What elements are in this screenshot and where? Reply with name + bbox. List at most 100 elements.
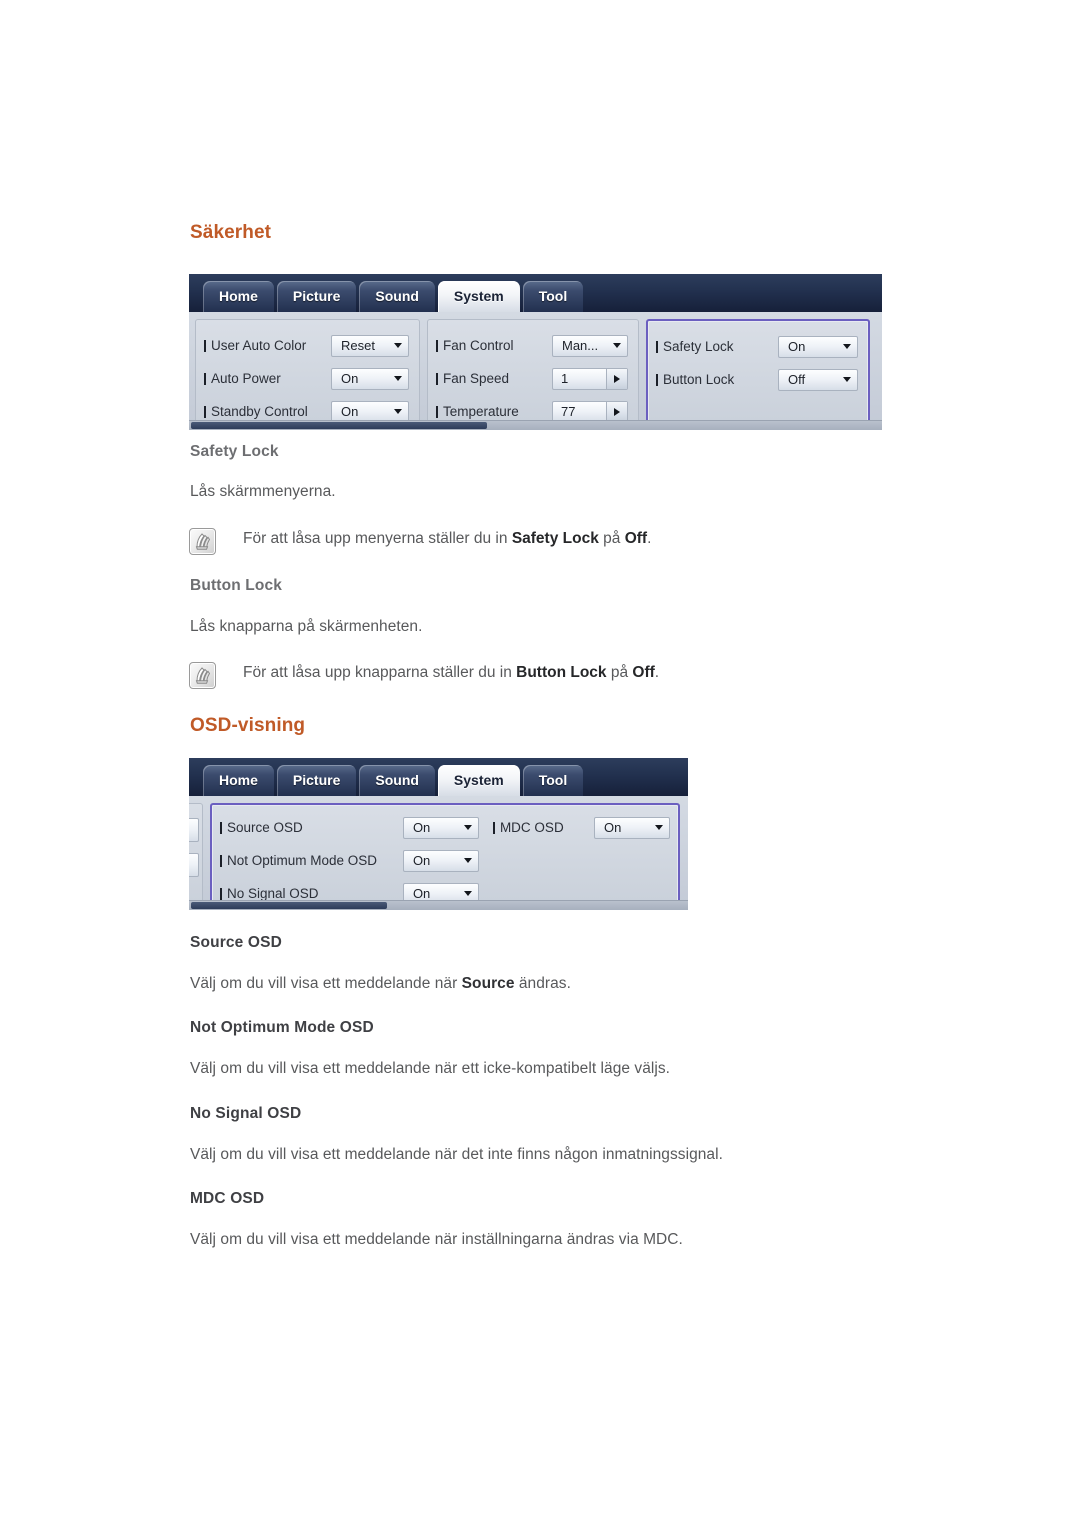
paragraph-pre: Välj om du vill visa ett meddelande när … <box>190 1060 671 1077</box>
osd-tabbar: Home Picture Sound System Tool <box>189 274 882 312</box>
osd-tab-picture[interactable]: Picture <box>276 281 357 312</box>
chevron-down-icon <box>843 377 851 382</box>
osd-select-value: On <box>412 853 431 868</box>
osd-stepper-fan-speed[interactable]: 1 <box>552 367 628 390</box>
note-text-mid: på <box>606 664 633 681</box>
note-text-button-lock: För att låsa upp knapparna ställer du in… <box>243 664 659 682</box>
subheading-no-signal-osd: No Signal OSD <box>190 1105 302 1122</box>
osd-label-mdc-osd: MDC OSD <box>493 820 564 835</box>
osd-horizontal-scrollbar[interactable] <box>189 900 688 910</box>
osd-select-user-auto-color[interactable]: Reset <box>331 334 409 357</box>
chevron-down-icon <box>463 858 472 863</box>
osd-row-fan-control[interactable]: Fan Control Man... <box>436 329 628 362</box>
osd-select-fan-control[interactable]: Man... <box>552 334 628 357</box>
osd-stepper-value: 1 <box>561 371 569 386</box>
osd-control[interactable]: On <box>331 367 409 390</box>
scrollbar-thumb[interactable] <box>191 422 487 429</box>
scrollbar-thumb[interactable] <box>191 902 387 909</box>
osd-control[interactable]: 1 <box>552 367 628 390</box>
osd-column-osd-settings: Source OSD On Not Optimum Mode OSD On No… <box>210 803 680 910</box>
osd-select-safety-lock[interactable]: On <box>778 335 858 358</box>
chevron-down-icon <box>394 376 402 381</box>
osd-control[interactable]: Off <box>778 368 858 391</box>
note-text-pre: För att låsa upp knapparna ställer du in <box>243 664 517 681</box>
osd-control[interactable]: Reset <box>331 334 409 357</box>
osd-control[interactable]: On <box>402 816 479 839</box>
paragraph-pre: Välj om du vill visa ett meddelande när … <box>190 1231 683 1248</box>
paragraph-not-optimum-mode-osd: Välj om du vill visa ett meddelande när … <box>190 1060 670 1078</box>
paragraph-source-osd: Välj om du vill visa ett meddelande när … <box>190 975 571 993</box>
chevron-down-icon <box>655 825 663 830</box>
osd-tab-tool[interactable]: Tool <box>522 281 584 312</box>
osd-select-source-osd[interactable]: On <box>402 816 479 839</box>
chevron-down-icon <box>463 891 472 896</box>
section-heading-safety: Säkerhet <box>190 222 272 243</box>
osd-control[interactable]: On <box>778 335 858 358</box>
osd-column-general: User Auto Color Reset Auto Power On Stan… <box>195 319 420 430</box>
note-text-mid: på <box>598 530 625 547</box>
chevron-right-icon <box>614 374 620 383</box>
osd-control[interactable]: On <box>402 849 479 872</box>
note-safety-lock: För att låsa upp menyerna ställer du in … <box>189 528 651 555</box>
osd-row-source-osd[interactable]: Source OSD On <box>220 811 479 844</box>
stepper-increase-button[interactable] <box>606 368 627 389</box>
section-heading-osd-visning: OSD-visning <box>190 715 306 736</box>
osd-tab-system[interactable]: System <box>437 765 520 796</box>
note-text-post: . <box>654 664 660 681</box>
osd-label-not-optimum-mode-osd: Not Optimum Mode OSD <box>220 853 377 868</box>
osd-row-button-lock[interactable]: Button Lock Off <box>656 363 858 396</box>
osd-tab-tool[interactable]: Tool <box>522 765 584 796</box>
chevron-down-icon <box>613 343 621 348</box>
osd-row-safety-lock[interactable]: Safety Lock On <box>656 330 858 363</box>
osd-tab-sound[interactable]: Sound <box>359 281 435 312</box>
osd-screenshot-system-osd: Home Picture Sound System Tool Source OS… <box>189 758 688 910</box>
osd-body: User Auto Color Reset Auto Power On Stan… <box>189 312 882 430</box>
osd-control[interactable]: Man... <box>552 334 628 357</box>
chevron-down-icon <box>394 343 402 348</box>
stepper-increase-button[interactable] <box>606 401 627 422</box>
osd-tab-home[interactable]: Home <box>203 281 274 312</box>
paragraph-bold: Source <box>461 975 515 992</box>
osd-row-fan-speed[interactable]: Fan Speed 1 <box>436 362 628 395</box>
osd-tabbar: Home Picture Sound System Tool <box>189 758 688 796</box>
osd-label-standby-control: Standby Control <box>204 404 308 419</box>
osd-row-mdc-osd[interactable]: MDC OSD On <box>493 811 670 844</box>
osd-subcolumn-right: MDC OSD On <box>479 811 670 902</box>
osd-tab-sound[interactable]: Sound <box>359 765 435 796</box>
osd-select-value: On <box>341 404 359 419</box>
osd-label-safety-lock: Safety Lock <box>656 339 734 354</box>
osd-select-value: On <box>412 886 431 901</box>
paragraph-post: ändras. <box>514 975 571 992</box>
note-text-bold-target: Button Lock <box>516 664 607 681</box>
osd-select-value: Off <box>788 372 806 387</box>
osd-body: Source OSD On Not Optimum Mode OSD On No… <box>189 796 688 910</box>
osd-select-auto-power[interactable]: On <box>331 367 409 390</box>
osd-select-value: Man... <box>562 338 599 353</box>
osd-screenshot-system-safety: Home Picture Sound System Tool User Auto… <box>189 274 882 430</box>
osd-row-not-optimum-mode-osd[interactable]: Not Optimum Mode OSD On <box>220 844 479 877</box>
osd-tab-home[interactable]: Home <box>203 765 274 796</box>
subheading-button-lock: Button Lock <box>190 577 283 594</box>
subheading-not-optimum-mode-osd: Not Optimum Mode OSD <box>190 1019 374 1036</box>
subheading-source-osd: Source OSD <box>190 934 282 951</box>
osd-select-not-optimum-mode-osd[interactable]: On <box>402 849 479 872</box>
osd-tab-system[interactable]: System <box>437 281 520 312</box>
subheading-safety-lock: Safety Lock <box>190 443 279 460</box>
chevron-down-icon <box>394 409 402 414</box>
osd-stepper-value: 77 <box>561 404 576 419</box>
osd-row-user-auto-color[interactable]: User Auto Color Reset <box>204 329 409 362</box>
osd-select-button-lock[interactable]: Off <box>778 368 858 391</box>
osd-select-mdc-osd[interactable]: On <box>594 816 670 839</box>
osd-horizontal-scrollbar[interactable] <box>189 420 882 430</box>
osd-label-user-auto-color: User Auto Color <box>204 338 306 353</box>
osd-label-button-lock: Button Lock <box>656 372 734 387</box>
paragraph-pre: Välj om du vill visa ett meddelande när <box>190 975 462 992</box>
osd-subcolumn-left: Source OSD On Not Optimum Mode OSD On No… <box>220 811 479 905</box>
osd-row-auto-power[interactable]: Auto Power On <box>204 362 409 395</box>
chevron-right-icon <box>614 407 620 416</box>
osd-control[interactable]: On <box>594 816 670 839</box>
osd-select-value: Reset <box>341 338 375 353</box>
osd-tab-picture[interactable]: Picture <box>276 765 357 796</box>
note-text-post: . <box>647 530 652 547</box>
osd-label-no-signal-osd: No Signal OSD <box>220 886 319 901</box>
